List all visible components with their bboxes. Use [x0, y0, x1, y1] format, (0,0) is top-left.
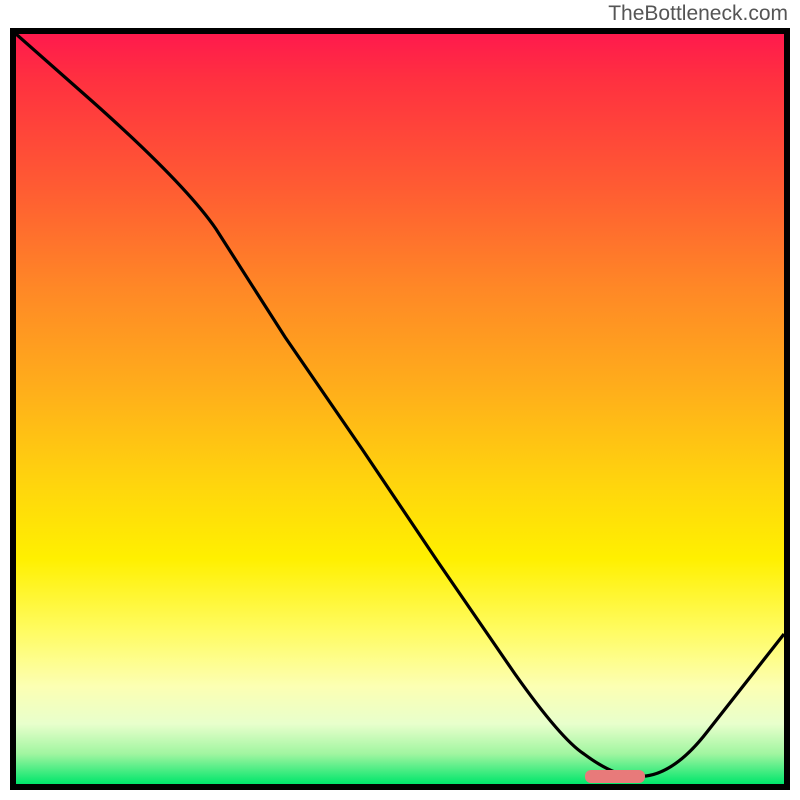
line-chart-svg: [16, 34, 784, 784]
watermark-text: TheBottleneck.com: [608, 2, 788, 26]
plot-area: [10, 28, 790, 790]
chart-container: TheBottleneck.com: [0, 0, 800, 800]
chart-line: [16, 34, 784, 776]
marker-icon: [585, 770, 645, 783]
